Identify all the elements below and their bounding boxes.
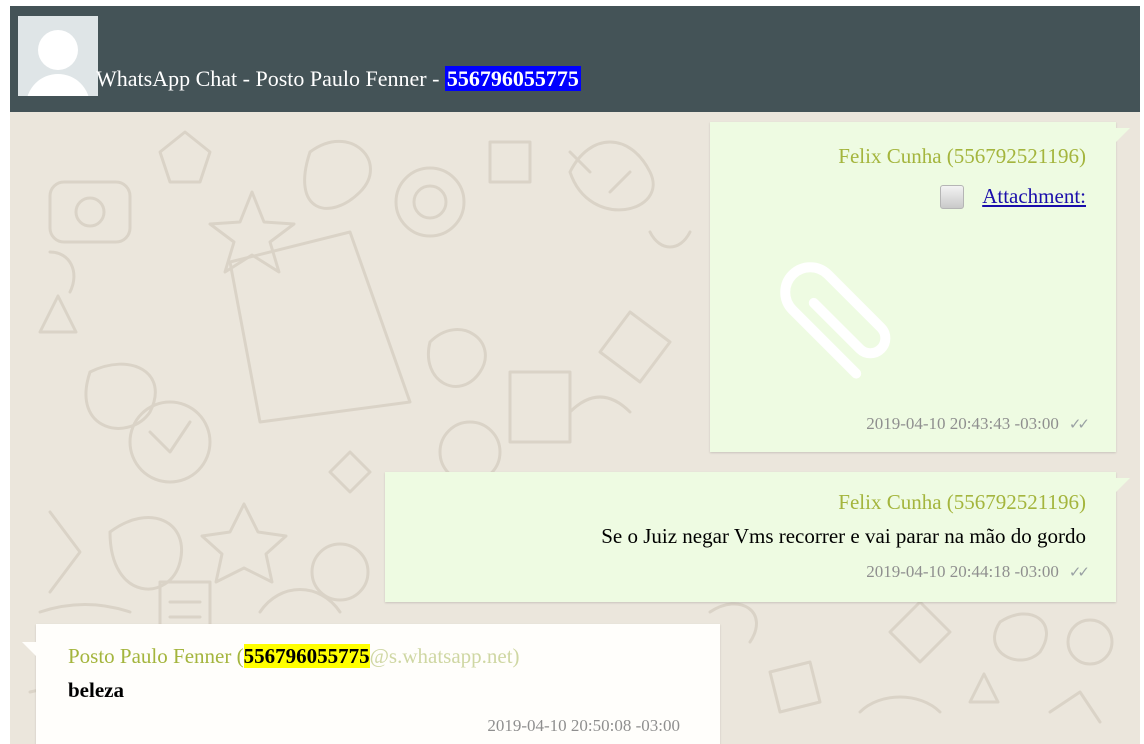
message-meta: 2019-04-10 20:44:18 -03:00 ✓✓ [866, 562, 1090, 582]
attachment-checkbox[interactable] [940, 184, 965, 209]
bubble-tail [22, 642, 36, 656]
double-check-icon: ✓✓ [1068, 565, 1090, 581]
message-sender: Felix Cunha (556792521196) [838, 490, 1086, 514]
avatar-head-shape [38, 30, 78, 70]
message-text: Se o Juiz negar Vms recorrer e vai parar… [601, 524, 1086, 548]
bubble-tail [1116, 128, 1130, 142]
message-bubble-text: Felix Cunha (556792521196) Se o Juiz neg… [385, 472, 1130, 602]
message-timestamp: 2019-04-10 20:44:18 -03:00 [866, 562, 1059, 581]
attachment-row: Attachment: [940, 184, 1086, 209]
sender-name: Posto Paulo Fenner ( [68, 644, 244, 668]
chat-window: WhatsApp Chat - Posto Paulo Fenner - 556… [10, 6, 1140, 744]
message-timestamp: 2019-04-10 20:43:43 -03:00 [866, 414, 1059, 433]
message-sender: Posto Paulo Fenner (556796055775@s.whats… [68, 644, 520, 669]
sender-domain: @s.whatsapp.net) [369, 644, 520, 668]
message-bubble-attachment: Felix Cunha (556792521196) Attachment: 2… [710, 122, 1130, 452]
attachment-link[interactable]: Attachment: [982, 184, 1086, 208]
bubble-tail [1116, 478, 1130, 492]
message-timestamp: 2019-04-10 20:50:08 -03:00 [487, 716, 680, 735]
message-text: beleza [68, 678, 124, 702]
sender-number-highlight: 556796055775 [243, 644, 370, 668]
double-check-icon: ✓✓ [1068, 417, 1090, 433]
chat-title: WhatsApp Chat - Posto Paulo Fenner - 556… [96, 66, 581, 92]
chat-title-text: WhatsApp Chat - Posto Paulo Fenner - [96, 66, 445, 91]
message-bubble-incoming: Posto Paulo Fenner (556796055775@s.whats… [22, 624, 720, 744]
paperclip-icon[interactable] [750, 232, 920, 407]
chat-title-number-highlight: 556796055775 [444, 66, 581, 91]
chat-wallpaper: Felix Cunha (556792521196) Attachment: 2… [10, 112, 1140, 744]
chat-header: WhatsApp Chat - Posto Paulo Fenner - 556… [10, 6, 1140, 112]
message-meta: 2019-04-10 20:43:43 -03:00 ✓✓ [866, 414, 1090, 434]
avatar-shoulders-shape [26, 74, 90, 96]
contact-avatar[interactable] [18, 16, 98, 96]
message-sender: Felix Cunha (556792521196) [838, 144, 1086, 168]
